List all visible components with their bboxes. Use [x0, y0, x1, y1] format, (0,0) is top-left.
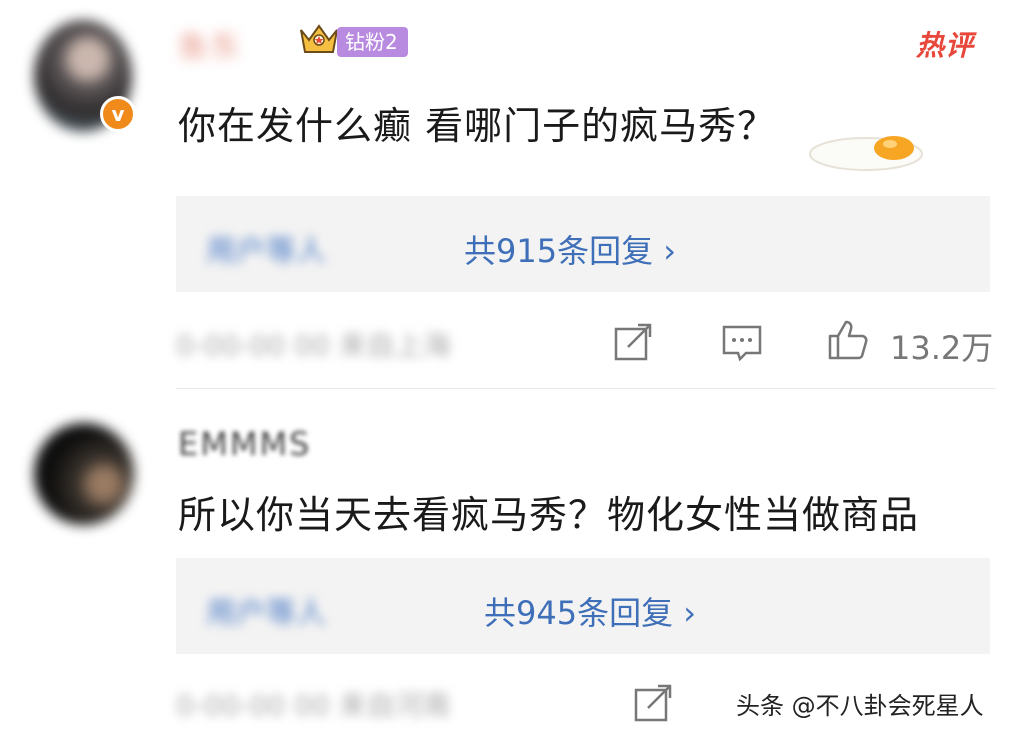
- reply-summary[interactable]: 用户等人 共945条回复 ›: [176, 558, 990, 654]
- like-count: 13.2万: [890, 329, 994, 367]
- reply-summary[interactable]: 用户等人 共915条回复 ›: [176, 196, 990, 292]
- comment-meta: 0-00-00 00 来自上海: [176, 329, 451, 362]
- reply-user-names: 用户等人: [206, 596, 326, 631]
- crown-icon: [300, 24, 338, 53]
- comment-meta: 0-00-00 00 来自河南: [176, 689, 451, 722]
- fried-egg-icon: [809, 136, 923, 171]
- reply-count-link[interactable]: 共945条回复 ›: [484, 588, 696, 634]
- comment-text: 所以你当天去看疯马秀？物化女性当做商品: [178, 493, 920, 537]
- divider: [176, 388, 996, 389]
- username[interactable]: EMMMS: [178, 425, 311, 463]
- reply-count-link[interactable]: 共915条回复 ›: [464, 226, 676, 272]
- hot-comment-label: 热评: [915, 29, 974, 62]
- avatar[interactable]: [34, 423, 134, 525]
- username[interactable]: 鱼东: [178, 22, 242, 66]
- comment-icon[interactable]: [720, 321, 764, 365]
- like-icon[interactable]: [826, 318, 870, 362]
- watermark: 头条 @不八卦会死星人: [736, 692, 984, 720]
- comment-text: 你在发什么癫 看哪门子的疯马秀？: [178, 104, 777, 148]
- share-icon[interactable]: [632, 682, 676, 726]
- reply-user-names: 用户等人: [206, 234, 326, 269]
- verified-badge-icon: v: [100, 96, 136, 132]
- share-icon[interactable]: [612, 321, 656, 365]
- fan-level-badge: 钻粉2: [337, 27, 408, 57]
